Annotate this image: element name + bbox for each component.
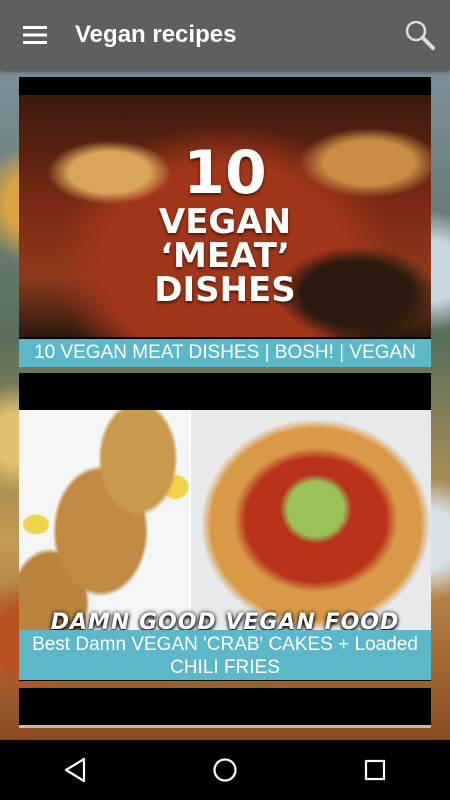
video-title[interactable]: Best Damn VEGAN 'CRAB' CAKES + Loaded CH…: [19, 630, 431, 680]
video-card[interactable]: DAMN GOOD VEGAN FOOD Best Damn VEGAN 'CR…: [19, 373, 431, 681]
video-thumbnail[interactable]: [19, 725, 431, 728]
recents-square-icon: [364, 759, 386, 781]
home-circle-icon: [213, 758, 237, 782]
home-button[interactable]: [185, 740, 265, 800]
video-card[interactable]: [19, 688, 431, 728]
thumbnail-text: ‘MEAT’: [160, 236, 290, 276]
thumbnail-text: DAMN GOOD VEGAN FOOD: [50, 610, 400, 630]
video-thumbnail[interactable]: 10 VEGAN ‘MEAT’ DISHES: [19, 95, 431, 337]
video-title[interactable]: 10 VEGAN MEAT DISHES | BOSH! | VEGAN: [19, 339, 431, 367]
app-bar: Vegan recipes: [0, 0, 450, 70]
search-button[interactable]: [390, 0, 450, 70]
page-title: Vegan recipes: [75, 21, 237, 48]
chili-fries-image: [191, 410, 431, 630]
thumbnail-text: DISHES: [154, 270, 296, 310]
back-triangle-icon: [64, 757, 86, 783]
search-icon: [405, 20, 435, 50]
hamburger-menu-icon: [23, 26, 47, 44]
recents-button[interactable]: [335, 740, 415, 800]
thumbnail-text: 10: [183, 138, 267, 208]
crab-cakes-image: [19, 410, 189, 630]
menu-button[interactable]: [0, 0, 70, 70]
back-button[interactable]: [35, 740, 115, 800]
video-card[interactable]: 10 VEGAN ‘MEAT’ DISHES 10 VEGAN MEAT DIS…: [19, 77, 431, 367]
thumbnail-text: VEGAN: [158, 202, 292, 242]
system-nav-bar: [0, 740, 450, 800]
video-thumbnail[interactable]: DAMN GOOD VEGAN FOOD: [19, 410, 431, 630]
